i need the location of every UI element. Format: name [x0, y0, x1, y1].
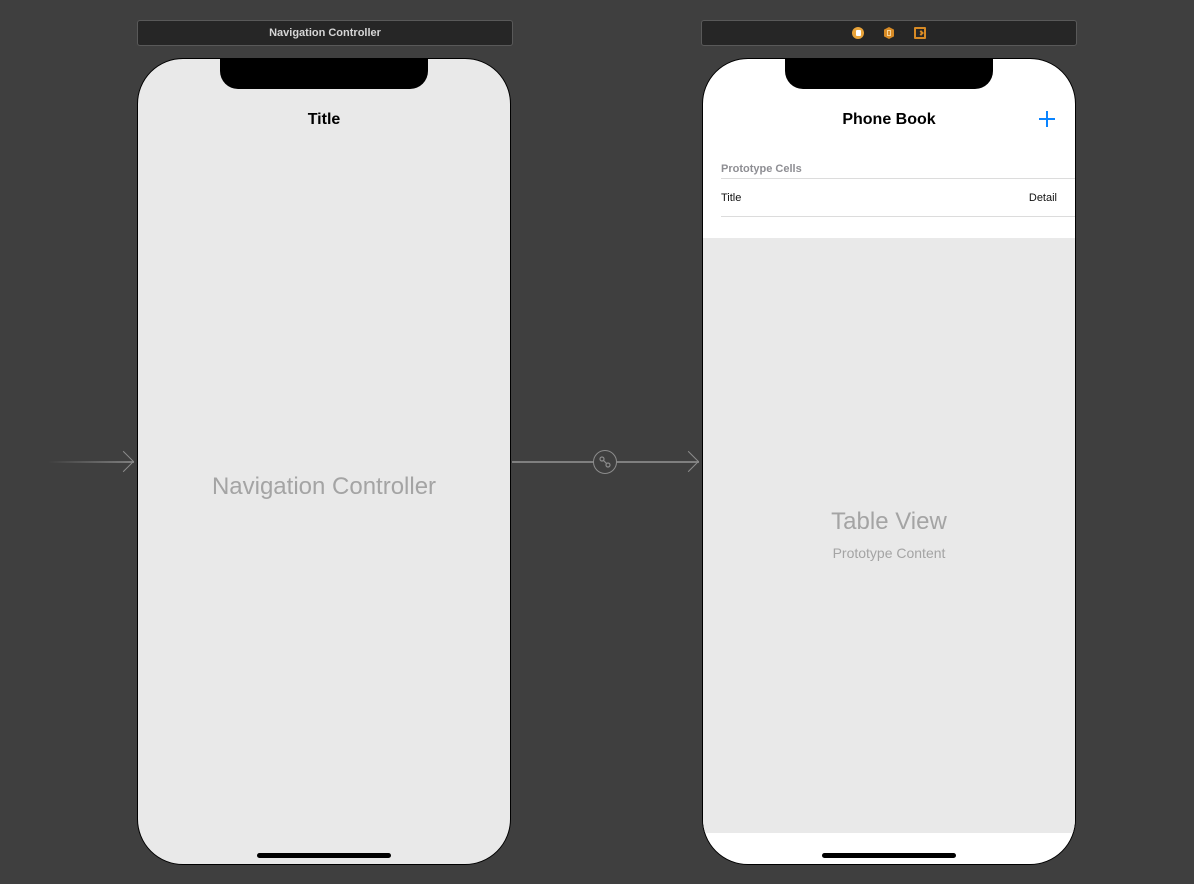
entry-point-arrowhead	[112, 450, 135, 473]
home-indicator	[257, 853, 391, 858]
table-nav-title[interactable]: Phone Book	[703, 111, 1075, 129]
home-indicator	[822, 853, 956, 858]
device-notch	[220, 59, 428, 89]
table-view-placeholder-title: Table View	[831, 508, 947, 535]
table-controller-scene-bar[interactable]	[701, 20, 1077, 46]
nav-controller-scene-title: Navigation Controller	[269, 27, 381, 39]
device-notch	[785, 59, 993, 89]
add-button[interactable]	[1035, 107, 1059, 131]
relationship-segue-icon[interactable]	[593, 450, 617, 474]
nav-controller-scene-bar[interactable]: Navigation Controller	[137, 20, 513, 46]
table-view[interactable]: Table View Prototype Content	[703, 238, 1075, 833]
table-controller-canvas[interactable]: Phone Book Prototype Cells Title Detail …	[702, 58, 1076, 865]
cell-detail-label: Detail	[1028, 192, 1057, 204]
segue-line-left[interactable]	[512, 461, 594, 463]
exit-icon[interactable]	[914, 26, 927, 40]
cell-title-label: Title	[721, 192, 742, 204]
segue-arrowhead	[677, 450, 700, 473]
first-responder-icon[interactable]	[883, 26, 896, 40]
table-view-placeholder-subtitle: Prototype Content	[832, 545, 946, 561]
cell-divider-bottom	[721, 216, 1075, 217]
view-controller-icon[interactable]	[852, 26, 865, 40]
nav-controller-canvas[interactable]: Title Navigation Controller	[137, 58, 511, 865]
nav-bar-title[interactable]: Title	[138, 111, 510, 129]
prototype-cell[interactable]: Title Detail	[703, 179, 1075, 217]
nav-controller-placeholder: Navigation Controller	[211, 473, 437, 500]
prototype-cells-header: Prototype Cells	[721, 163, 802, 175]
